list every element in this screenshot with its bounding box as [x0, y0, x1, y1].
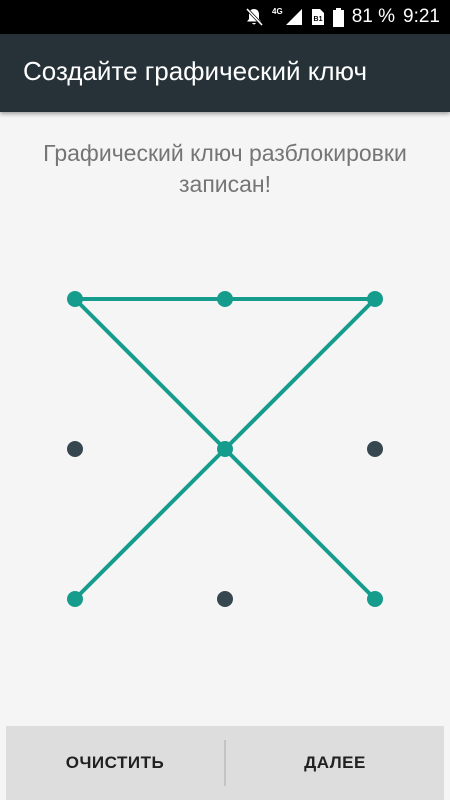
clear-button[interactable]: ОЧИСТИТЬ [6, 726, 224, 800]
pattern-line [223, 297, 377, 451]
next-button[interactable]: ДАЛЕЕ [226, 726, 444, 800]
pattern-dot-7[interactable] [67, 591, 83, 607]
pattern-dot-4[interactable] [67, 441, 83, 457]
pattern-line [223, 447, 377, 601]
bottom-button-bar: ОЧИСТИТЬ ДАЛЕЕ [6, 726, 444, 800]
pattern-dot-3[interactable] [367, 291, 383, 307]
pattern-dot-6[interactable] [367, 441, 383, 457]
pattern-dot-2[interactable] [217, 291, 233, 307]
pattern-line [73, 297, 227, 451]
pattern-dot-5[interactable] [217, 441, 233, 457]
pattern-line [73, 447, 227, 601]
pattern-dot-8[interactable] [217, 591, 233, 607]
pattern-dot-1[interactable] [67, 291, 83, 307]
pattern-lock-grid[interactable] [0, 0, 450, 700]
pattern-dot-9[interactable] [367, 591, 383, 607]
